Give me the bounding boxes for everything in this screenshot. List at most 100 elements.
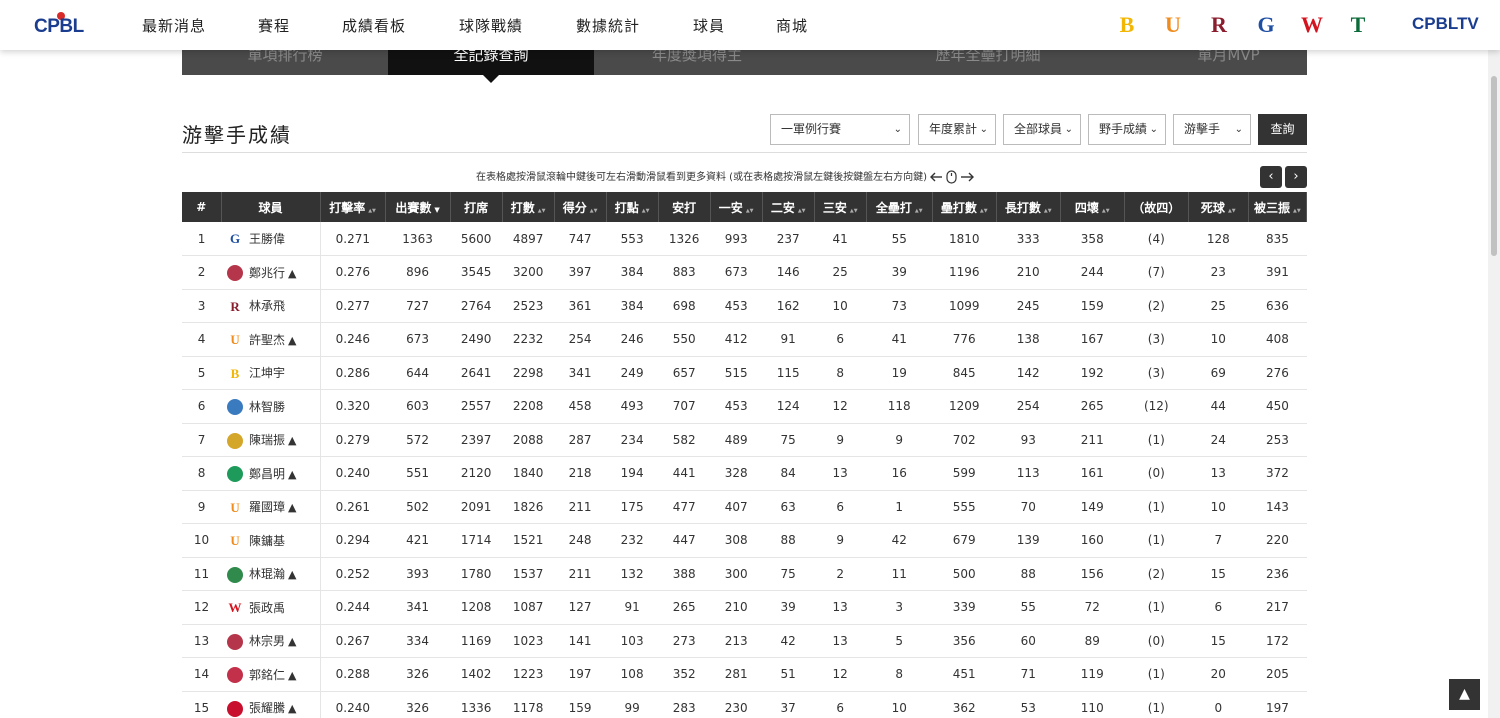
sort-icon[interactable]: ▼	[434, 206, 439, 214]
back-to-top-button[interactable]: ▲	[1449, 679, 1480, 710]
stat-cell: 232	[606, 523, 659, 558]
nav-item[interactable]: 球員	[693, 15, 725, 36]
sort-icon[interactable]: ▲▼	[538, 208, 546, 214]
tab-2[interactable]: 年度獎項得主	[594, 50, 800, 75]
stat-type-select[interactable]: 野手成績 ⌄	[1088, 114, 1166, 145]
nav-item[interactable]: 球隊戰績	[459, 15, 523, 36]
stat-cell: (1)	[1124, 423, 1189, 457]
column-header[interactable]: 得分 ▲▼	[554, 192, 607, 222]
column-header[interactable]: 長打數 ▲▼	[996, 192, 1061, 222]
sort-icon[interactable]: ▲▼	[590, 208, 598, 214]
sort-icon[interactable]: ▲▼	[368, 208, 376, 214]
table-row: 13 林宗男 ▲ 0.267 334 1169 1023 141 103 273 213 42 13 5 3…	[182, 624, 1307, 658]
column-header[interactable]: 被三振 ▲▼	[1248, 192, 1308, 222]
tab-1[interactable]: 全記錄查詢	[388, 50, 594, 75]
player-name-link[interactable]: 張耀騰	[249, 701, 285, 715]
players-select[interactable]: 全部球員 ⌄	[1003, 114, 1081, 145]
player-name-link[interactable]: 許聖杰	[249, 333, 285, 347]
stat-cell: 1023	[502, 624, 555, 658]
period-select[interactable]: 年度累計 ⌄	[918, 114, 996, 145]
nav-item[interactable]: 成績看板	[342, 15, 406, 36]
sort-icon[interactable]: ▲▼	[980, 208, 988, 214]
tab-3[interactable]: 歷年全壘打明細	[883, 50, 1093, 75]
wei-chuan-logo[interactable]: W	[1297, 10, 1327, 40]
stat-cell: 1402	[450, 657, 503, 692]
player-name-link[interactable]: 林宗男	[249, 634, 285, 648]
retired-marker-icon: ▲	[288, 668, 297, 682]
player-name-link[interactable]: 江坤宇	[249, 366, 285, 380]
sort-icon[interactable]: ▲▼	[1228, 208, 1236, 214]
tsg-logo[interactable]: T	[1343, 10, 1373, 40]
sort-icon[interactable]: ▲▼	[1293, 208, 1301, 214]
player-name-link[interactable]: 羅國璋	[249, 500, 285, 514]
player-name-link[interactable]: 張政禹	[249, 601, 285, 615]
player-name-link[interactable]: 郭銘仁	[249, 668, 285, 682]
tab-0[interactable]: 單項排行榜	[182, 50, 388, 75]
player-name-link[interactable]: 鄭兆行	[249, 266, 285, 280]
chevron-down-icon: ⌄	[1234, 124, 1243, 135]
column-header[interactable]: 打擊率 ▲▼	[320, 192, 386, 222]
cpbltv-link[interactable]: CPBLTV	[1412, 14, 1479, 34]
sort-icon[interactable]: ▲▼	[915, 208, 923, 214]
query-button[interactable]: 查詢	[1258, 114, 1307, 145]
column-header[interactable]: 壘打數 ▲▼	[932, 192, 997, 222]
player-name-link[interactable]: 鄭昌明	[249, 467, 285, 481]
sort-icon[interactable]: ▲▼	[798, 208, 806, 214]
stat-cell: 412	[710, 322, 763, 357]
sort-icon[interactable]: ▲▼	[642, 208, 650, 214]
stat-cell: 37	[762, 691, 815, 718]
scrollbar-thumb[interactable]	[1491, 76, 1497, 256]
stat-cell: (3)	[1124, 356, 1189, 390]
player-cell: 林智勝	[221, 389, 321, 424]
sort-icon[interactable]: ▲▼	[746, 208, 754, 214]
cpbl-logo[interactable]: CPBL	[34, 12, 94, 40]
sort-icon[interactable]: ▲▼	[1102, 208, 1110, 214]
nav-item[interactable]: 最新消息	[142, 15, 206, 36]
nav-item[interactable]: 賽程	[258, 15, 290, 36]
scroll-hint-text: 在表格處按滑鼠滾輪中鍵後可左右滑動滑鼠看到更多資料 (或在表格處按滑鼠左鍵後按鍵…	[476, 172, 927, 183]
player-name-link[interactable]: 陳瑞振	[249, 433, 285, 447]
scroll-hint: 在表格處按滑鼠滾輪中鍵後可左右滑動滑鼠看到更多資料 (或在表格處按滑鼠左鍵後按鍵…	[476, 168, 976, 184]
sort-icon[interactable]: ▲▼	[850, 208, 858, 214]
tab-4[interactable]: 單月MVP	[1150, 50, 1307, 75]
stat-cell: 2	[814, 557, 867, 591]
nav-item[interactable]: 數據統計	[576, 15, 640, 36]
player-name-link[interactable]: 林智勝	[249, 400, 285, 414]
column-header[interactable]: 二安 ▲▼	[762, 192, 815, 222]
fubon-logo[interactable]: G	[1251, 10, 1281, 40]
table-row: 12 W 張政禹 0.244 341 1208 1087 127 91 265 210 39 13 3 33…	[182, 590, 1307, 625]
player-name-link[interactable]: 陳鏞基	[249, 534, 285, 548]
scroll-right-button[interactable]: ›	[1285, 166, 1307, 188]
position-select[interactable]: 游擊手 ⌄	[1173, 114, 1251, 145]
column-header[interactable]: 出賽數 ▼	[385, 192, 451, 222]
player-name-link[interactable]: 王勝偉	[249, 232, 285, 246]
column-header: （故四）	[1124, 192, 1189, 222]
vertical-scrollbar[interactable]	[1488, 50, 1500, 718]
season-type-select[interactable]: 一軍例行賽 ⌄	[770, 114, 910, 145]
sort-icon[interactable]: ▲▼	[1044, 208, 1052, 214]
stat-cell: 281	[710, 657, 763, 692]
stat-cell: 8	[866, 657, 933, 692]
stat-cell: 727	[385, 289, 451, 323]
column-header[interactable]: 死球 ▲▼	[1188, 192, 1249, 222]
stat-cell: 0.261	[320, 490, 386, 524]
column-header[interactable]: 打數 ▲▼	[502, 192, 555, 222]
stat-cell: 113	[996, 456, 1061, 491]
player-name-link[interactable]: 林承飛	[249, 299, 285, 313]
rakuten-logo[interactable]: R	[1204, 10, 1234, 40]
stat-cell: 896	[385, 255, 451, 290]
stat-cell: 287	[554, 423, 607, 457]
column-header[interactable]: 打點 ▲▼	[606, 192, 659, 222]
stat-cell: 172	[1248, 624, 1307, 658]
column-header[interactable]: 全壘打 ▲▼	[866, 192, 933, 222]
stat-cell: 408	[1248, 322, 1307, 357]
column-header[interactable]: 一安 ▲▼	[710, 192, 763, 222]
brothers-logo[interactable]: B	[1112, 10, 1142, 40]
column-header[interactable]: 三安 ▲▼	[814, 192, 867, 222]
column-header[interactable]: 四壞 ▲▼	[1060, 192, 1125, 222]
scroll-left-button[interactable]: ‹	[1260, 166, 1282, 188]
player-name-link[interactable]: 林琨瀚	[249, 567, 285, 581]
stats-table: # 球員 打擊率 ▲▼ 出賽數 ▼ 打席 打數 ▲▼ 得分 ▲▼ 打點 ▲▼ 安打 一安 ▲▼ 二安 ▲▼ 三安 ▲▼…	[182, 192, 1308, 718]
nav-item[interactable]: 商城	[776, 15, 808, 36]
lions-logo[interactable]: U	[1158, 10, 1188, 40]
